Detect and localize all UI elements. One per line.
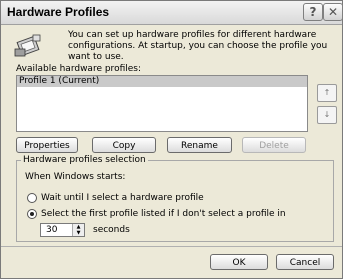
ok-button[interactable]: OK (210, 254, 268, 270)
first-profile-radio-label: Select the first profile listed if I don… (41, 209, 286, 219)
available-profiles-label: Available hardware profiles: (16, 64, 141, 74)
intro-text: You can set up hardware profiles for dif… (68, 30, 328, 62)
wait-radio-label: Wait until I select a hardware profile (41, 193, 204, 203)
wait-radio[interactable] (27, 193, 37, 203)
profiles-listbox[interactable]: Profile 1 (Current) (16, 75, 308, 132)
copy-button[interactable]: Copy (92, 137, 156, 153)
stepper-buttons: ▲ ▼ (72, 224, 84, 236)
close-button[interactable]: ✕ (323, 3, 343, 21)
group-title: Hardware profiles selection (21, 155, 148, 165)
list-item[interactable]: Profile 1 (Current) (17, 76, 307, 87)
move-down-button[interactable]: ↓ (317, 106, 337, 124)
properties-button[interactable]: Properties (16, 137, 78, 153)
first-profile-radio[interactable] (27, 209, 37, 219)
help-button[interactable]: ? (303, 3, 323, 21)
stepper-down-icon[interactable]: ▼ (73, 230, 84, 236)
seconds-label: seconds (93, 225, 130, 235)
when-windows-starts-label: When Windows starts: (25, 172, 126, 182)
hardware-profile-icon (14, 34, 41, 57)
move-up-button[interactable]: ↑ (317, 84, 337, 102)
rename-button[interactable]: Rename (167, 137, 232, 153)
cancel-button[interactable]: Cancel (276, 254, 334, 270)
delete-button[interactable]: Delete (242, 137, 306, 153)
seconds-stepper[interactable]: 30 ▲ ▼ (40, 223, 85, 237)
footer-divider (1, 246, 342, 247)
seconds-value[interactable]: 30 (46, 225, 57, 235)
title-bar: Hardware Profiles ? ✕ (1, 1, 343, 25)
window-title: Hardware Profiles (7, 5, 110, 19)
hardware-profiles-dialog: Hardware Profiles ? ✕ You can set up har… (0, 0, 343, 279)
